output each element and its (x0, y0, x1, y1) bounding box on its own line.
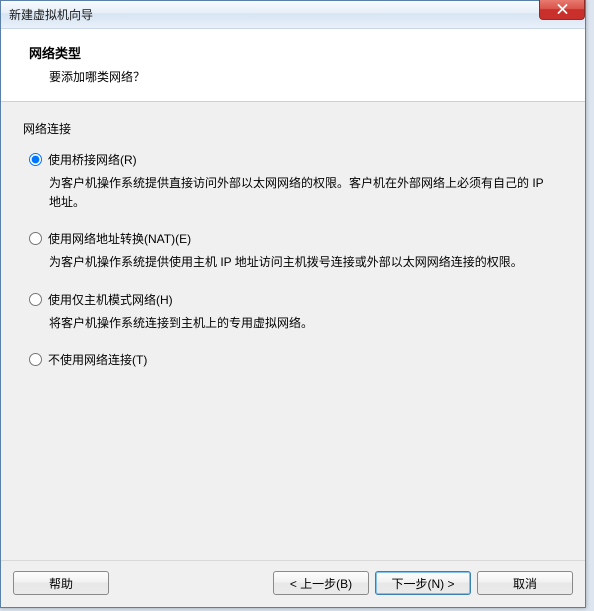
help-button[interactable]: 帮助 (13, 571, 109, 595)
radio-hostonly-desc: 将客户机操作系统连接到主机上的专用虚拟网络。 (49, 314, 553, 333)
wizard-header: 网络类型 要添加哪类网络？ (1, 29, 585, 102)
radio-hostonly-row[interactable]: 使用仅主机模式网络(H) (29, 291, 563, 308)
radio-nat-label: 使用网络地址转换(NAT)(E) (48, 230, 191, 247)
header-subtitle: 要添加哪类网络？ (49, 68, 565, 85)
window-title: 新建虚拟机向导 (9, 6, 93, 23)
radio-none-label: 不使用网络连接(T) (48, 351, 147, 368)
button-bar: 帮助 < 上一步(B) 下一步(N) > 取消 (1, 560, 585, 607)
wizard-window: 新建虚拟机向导 网络类型 要添加哪类网络？ 网络连接 使用桥接网络(R) 为客户… (0, 0, 586, 608)
radio-nat[interactable] (29, 232, 42, 245)
radio-bridged-label: 使用桥接网络(R) (48, 151, 137, 168)
option-none: 不使用网络连接(T) (23, 351, 563, 368)
titlebar: 新建虚拟机向导 (1, 1, 585, 29)
radio-none[interactable] (29, 353, 42, 366)
radio-none-row[interactable]: 不使用网络连接(T) (29, 351, 563, 368)
radio-hostonly-label: 使用仅主机模式网络(H) (48, 291, 173, 308)
option-hostonly: 使用仅主机模式网络(H) 将客户机操作系统连接到主机上的专用虚拟网络。 (23, 291, 563, 333)
header-title: 网络类型 (29, 43, 565, 62)
option-bridged: 使用桥接网络(R) 为客户机操作系统提供直接访问外部以太网网络的权限。客户机在外… (23, 151, 563, 212)
cancel-button[interactable]: 取消 (477, 571, 573, 595)
option-nat: 使用网络地址转换(NAT)(E) 为客户机操作系统提供使用主机 IP 地址访问主… (23, 230, 563, 272)
content-area: 网络连接 使用桥接网络(R) 为客户机操作系统提供直接访问外部以太网网络的权限。… (1, 102, 585, 560)
radio-hostonly[interactable] (29, 293, 42, 306)
radio-bridged-row[interactable]: 使用桥接网络(R) (29, 151, 563, 168)
close-icon (557, 3, 568, 17)
button-group-right: < 上一步(B) 下一步(N) > 取消 (273, 571, 573, 595)
back-button[interactable]: < 上一步(B) (273, 571, 369, 595)
radio-nat-row[interactable]: 使用网络地址转换(NAT)(E) (29, 230, 563, 247)
close-button[interactable] (539, 0, 585, 20)
radio-bridged-desc: 为客户机操作系统提供直接访问外部以太网网络的权限。客户机在外部网络上必须有自己的… (49, 174, 553, 212)
next-button[interactable]: 下一步(N) > (375, 571, 471, 595)
radio-bridged[interactable] (29, 153, 42, 166)
group-label-network: 网络连接 (23, 120, 563, 137)
radio-nat-desc: 为客户机操作系统提供使用主机 IP 地址访问主机拨号连接或外部以太网网络连接的权… (49, 253, 553, 272)
